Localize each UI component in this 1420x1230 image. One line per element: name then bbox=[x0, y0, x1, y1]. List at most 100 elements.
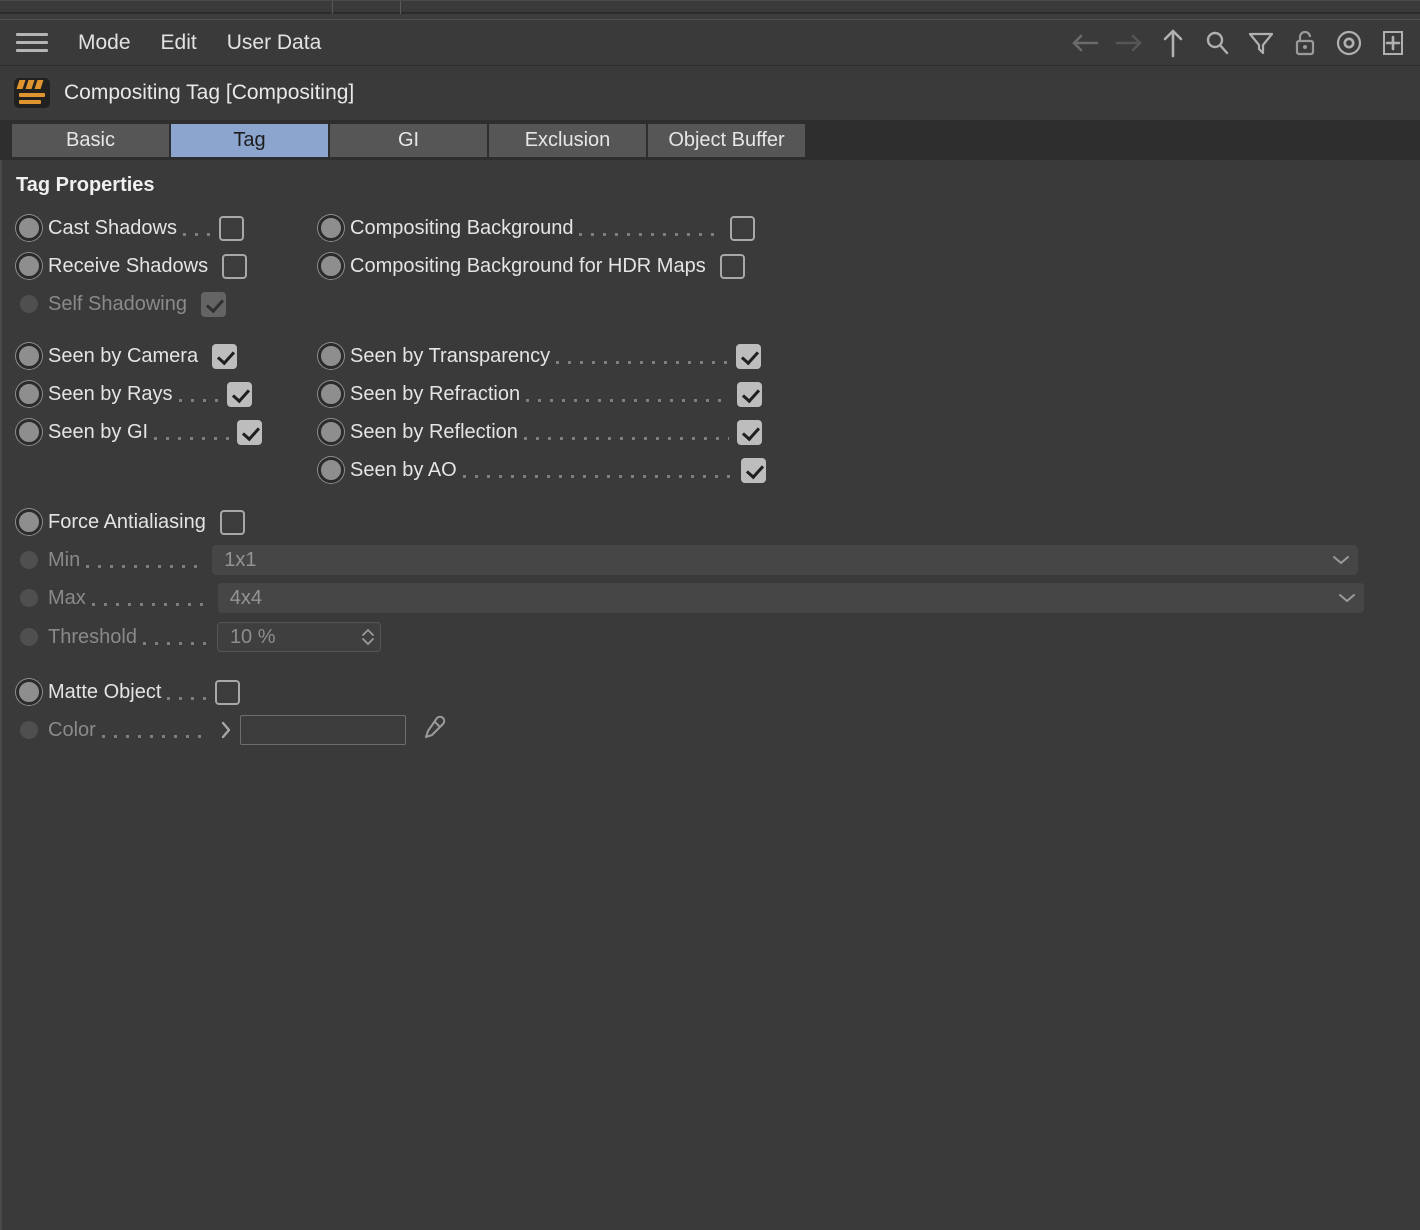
up-arrow-icon[interactable] bbox=[1156, 26, 1190, 60]
forward-arrow-icon[interactable] bbox=[1112, 26, 1146, 60]
animation-dot-force-antialiasing[interactable] bbox=[16, 509, 42, 535]
tab-gi[interactable]: GI bbox=[330, 124, 487, 157]
animation-dot-compositing-background[interactable] bbox=[318, 215, 344, 241]
checkbox-compositing-background-hdr[interactable] bbox=[719, 253, 745, 279]
dropdown-max-value: 4x4 bbox=[229, 586, 263, 609]
animation-dot-compositing-background-hdr[interactable] bbox=[318, 253, 344, 279]
row-compositing-background: Compositing Background bbox=[318, 213, 756, 243]
tag-properties-panel: Tag Properties Cast Shadows Receive Shad… bbox=[0, 160, 1420, 1230]
animation-dot-self-shadowing bbox=[20, 295, 38, 313]
row-color: Color bbox=[16, 715, 450, 745]
input-threshold-value: 10 % bbox=[229, 625, 276, 648]
tab-object-buffer[interactable]: Object Buffer bbox=[648, 124, 805, 157]
row-seen-by-reflection: Seen by Reflection bbox=[318, 417, 762, 447]
animation-dot-seen-by-reflection[interactable] bbox=[318, 419, 344, 445]
menu-edit[interactable]: Edit bbox=[161, 31, 197, 55]
leader-dots bbox=[526, 398, 730, 402]
checkbox-compositing-background[interactable] bbox=[730, 215, 756, 241]
animation-dot-cast-shadows[interactable] bbox=[16, 215, 42, 241]
animation-dot-receive-shadows[interactable] bbox=[16, 253, 42, 279]
dropdown-max[interactable]: 4x4 bbox=[217, 583, 1364, 613]
tab-basic[interactable]: Basic bbox=[12, 124, 169, 157]
back-arrow-icon[interactable] bbox=[1068, 26, 1102, 60]
filter-icon[interactable] bbox=[1244, 26, 1278, 60]
label-min: Min bbox=[48, 548, 81, 571]
animation-dot-matte-object[interactable] bbox=[16, 679, 42, 705]
checkbox-matte-object[interactable] bbox=[215, 679, 241, 705]
leader-dots bbox=[579, 232, 723, 236]
leader-dots bbox=[154, 436, 230, 440]
animation-dot-min bbox=[20, 551, 38, 569]
label-receive-shadows: Receive Shadows bbox=[48, 254, 209, 277]
row-seen-by-ao: Seen by AO bbox=[318, 455, 766, 485]
animation-dot-color bbox=[20, 721, 38, 739]
checkbox-seen-by-refraction[interactable] bbox=[737, 381, 763, 407]
hamburger-icon[interactable] bbox=[16, 31, 48, 55]
add-panel-icon[interactable] bbox=[1376, 26, 1410, 60]
menu-mode[interactable]: Mode bbox=[78, 31, 131, 55]
label-seen-by-transparency: Seen by Transparency bbox=[350, 344, 551, 367]
animation-dot-seen-by-rays[interactable] bbox=[16, 381, 42, 407]
row-receive-shadows: Receive Shadows bbox=[16, 251, 248, 281]
color-swatch-field[interactable] bbox=[239, 715, 406, 745]
label-seen-by-gi: Seen by GI bbox=[48, 420, 149, 443]
checkbox-force-antialiasing[interactable] bbox=[219, 509, 245, 535]
leader-dots bbox=[462, 474, 733, 478]
spinner-threshold[interactable] bbox=[360, 625, 376, 649]
search-icon[interactable] bbox=[1200, 26, 1234, 60]
chevron-down-icon bbox=[1338, 594, 1355, 602]
leader-dots bbox=[523, 436, 729, 440]
label-seen-by-refraction: Seen by Refraction bbox=[350, 382, 521, 405]
animation-dot-seen-by-camera[interactable] bbox=[16, 343, 42, 369]
tab-exclusion[interactable]: Exclusion bbox=[489, 124, 646, 157]
animation-dot-seen-by-refraction[interactable] bbox=[318, 381, 344, 407]
row-seen-by-refraction: Seen by Refraction bbox=[318, 379, 763, 409]
checkbox-receive-shadows[interactable] bbox=[222, 253, 248, 279]
leader-dots bbox=[178, 398, 219, 402]
row-self-shadowing: Self Shadowing bbox=[16, 289, 226, 319]
dropdown-min[interactable]: 1x1 bbox=[212, 545, 1359, 575]
leader-dots bbox=[182, 232, 211, 236]
label-compositing-background: Compositing Background bbox=[350, 216, 574, 239]
leader-dots bbox=[91, 602, 210, 606]
attributes-toolbar bbox=[1068, 26, 1410, 60]
row-seen-by-rays: Seen by Rays bbox=[16, 379, 252, 409]
chevron-down-icon bbox=[1333, 556, 1350, 564]
input-threshold[interactable]: 10 % bbox=[216, 622, 381, 652]
row-force-antialiasing: Force Antialiasing bbox=[16, 507, 245, 537]
leader-dots bbox=[101, 734, 210, 738]
tab-tag[interactable]: Tag bbox=[171, 124, 328, 157]
chevron-right-icon[interactable] bbox=[218, 719, 234, 741]
eyedropper-icon[interactable] bbox=[418, 714, 450, 746]
group-title: Tag Properties bbox=[16, 174, 155, 196]
checkbox-seen-by-rays[interactable] bbox=[226, 381, 252, 407]
tab-bar: Basic Tag GI Exclusion Object Buffer bbox=[12, 124, 805, 157]
checkbox-seen-by-gi[interactable] bbox=[237, 419, 263, 445]
row-threshold: Threshold 10 % bbox=[16, 622, 381, 652]
label-seen-by-camera: Seen by Camera bbox=[48, 344, 199, 367]
checkbox-seen-by-ao[interactable] bbox=[740, 457, 766, 483]
label-cast-shadows: Cast Shadows bbox=[48, 216, 177, 239]
label-force-antialiasing: Force Antialiasing bbox=[48, 510, 206, 533]
lock-icon[interactable] bbox=[1288, 26, 1322, 60]
checkbox-cast-shadows[interactable] bbox=[218, 215, 244, 241]
animation-dot-seen-by-transparency[interactable] bbox=[318, 343, 344, 369]
row-matte-object: Matte Object bbox=[16, 677, 241, 707]
row-seen-by-gi: Seen by GI bbox=[16, 417, 263, 447]
checkbox-self-shadowing bbox=[200, 291, 226, 317]
label-seen-by-reflection: Seen by Reflection bbox=[350, 420, 518, 443]
label-seen-by-ao: Seen by AO bbox=[350, 458, 457, 481]
animation-dot-seen-by-gi[interactable] bbox=[16, 419, 42, 445]
label-max: Max bbox=[48, 586, 86, 609]
menu-user-data[interactable]: User Data bbox=[227, 31, 322, 55]
leader-dots bbox=[142, 641, 209, 645]
dropdown-min-value: 1x1 bbox=[224, 548, 257, 571]
animation-dot-seen-by-ao[interactable] bbox=[318, 457, 344, 483]
page-title: Compositing Tag [Compositing] bbox=[64, 81, 355, 104]
leader-dots bbox=[167, 696, 208, 700]
checkbox-seen-by-transparency[interactable] bbox=[736, 343, 762, 369]
checkbox-seen-by-camera[interactable] bbox=[212, 343, 238, 369]
record-icon[interactable] bbox=[1332, 26, 1366, 60]
checkbox-seen-by-reflection[interactable] bbox=[736, 419, 762, 445]
label-threshold: Threshold bbox=[48, 625, 137, 648]
